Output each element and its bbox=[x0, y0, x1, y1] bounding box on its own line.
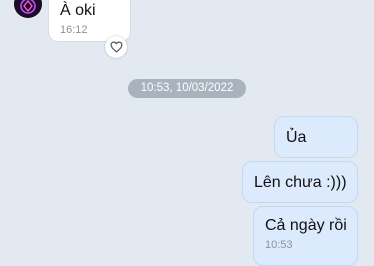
date-separator: 10:53, 10/03/2022 bbox=[128, 79, 246, 98]
avatar-logo-icon bbox=[14, 0, 42, 18]
message-text: Cả ngày rồi bbox=[265, 217, 347, 234]
message-text: À oki bbox=[60, 2, 96, 19]
outgoing-message-bubble[interactable]: Cả ngày rồi 10:53 bbox=[253, 206, 358, 266]
message-text: Ủa bbox=[286, 129, 307, 146]
heart-outline-icon bbox=[109, 41, 123, 53]
message-time: 10:53 bbox=[265, 239, 293, 251]
reaction-button[interactable] bbox=[105, 36, 127, 58]
outgoing-message-bubble[interactable]: Ủa bbox=[274, 116, 358, 158]
outgoing-message-bubble[interactable]: Lên chưa :))) bbox=[242, 161, 358, 203]
message-text: Lên chưa :))) bbox=[254, 174, 347, 191]
contact-avatar[interactable] bbox=[14, 0, 42, 18]
message-time: 16:12 bbox=[60, 24, 88, 36]
